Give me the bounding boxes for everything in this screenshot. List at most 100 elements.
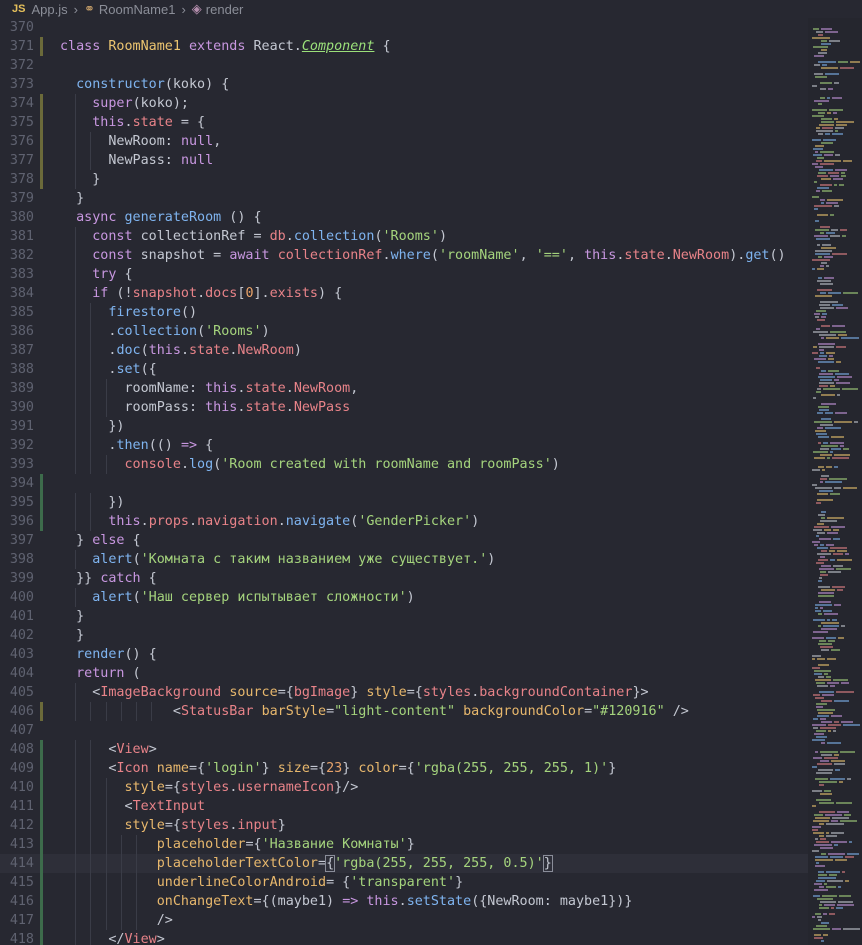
- code-line[interactable]: 387 .doc(this.state.NewRoom): [0, 341, 808, 360]
- git-modified-marker[interactable]: [40, 37, 43, 56]
- code-line[interactable]: 411 <TextInput: [0, 797, 808, 816]
- code-line[interactable]: 380 async generateRoom () {: [0, 208, 808, 227]
- minimap-line: [821, 589, 835, 591]
- minimap-line: [826, 835, 837, 837]
- code-line[interactable]: 407: [0, 721, 808, 740]
- code-line[interactable]: 371 class RoomName1 extends React.Compone…: [0, 37, 808, 56]
- code-line[interactable]: 390 roomPass: this.state.NewPass: [0, 398, 808, 417]
- code-token: then: [116, 438, 149, 453]
- minimap-line: [815, 913, 821, 915]
- breadcrumb-method[interactable]: ◈ render: [192, 1, 244, 17]
- code-line[interactable]: 399 }} catch {: [0, 569, 808, 588]
- code-token: where: [390, 248, 431, 263]
- code-line[interactable]: 400 alert('Наш сервер испытывает сложнос…: [0, 588, 808, 607]
- git-added-marker[interactable]: [40, 892, 43, 911]
- git-added-marker[interactable]: [40, 740, 43, 759]
- minimap-line: [821, 178, 831, 180]
- code-line[interactable]: 394: [0, 474, 808, 493]
- breadcrumb-class[interactable]: ⚭ RoomName1: [84, 1, 176, 17]
- code-line[interactable]: 376 NewRoom: null,: [0, 132, 808, 151]
- minimap-line: [816, 127, 820, 129]
- git-modified-marker[interactable]: [40, 151, 43, 170]
- code-line[interactable]: 383 try {: [0, 265, 808, 284]
- git-added-marker[interactable]: [40, 797, 43, 816]
- code-line[interactable]: 374 super(koko);: [0, 94, 808, 113]
- code-line[interactable]: 392 .then(() => {: [0, 436, 808, 455]
- code-text: placeholder={'Название Комнаты'}: [60, 835, 415, 854]
- code-line[interactable]: 401 }: [0, 607, 808, 626]
- code-line[interactable]: 372: [0, 56, 808, 75]
- code-text: const snapshot = await collectionRef.whe…: [60, 246, 785, 265]
- code-line[interactable]: 377 NewPass: null: [0, 151, 808, 170]
- code-line[interactable]: 417 />: [0, 911, 808, 930]
- code-token: const: [92, 248, 141, 263]
- breadcrumb-file[interactable]: JS App.js: [0, 2, 68, 17]
- code-line[interactable]: 386 .collection('Rooms'): [0, 322, 808, 341]
- git-added-marker[interactable]: [40, 816, 43, 835]
- git-added-marker[interactable]: [40, 835, 43, 854]
- minimap-line: [842, 388, 858, 390]
- git-added-marker[interactable]: [40, 911, 43, 930]
- git-modified-marker[interactable]: [40, 113, 43, 132]
- code-line[interactable]: 414 placeholderTextColor={'rgba(255, 255…: [0, 854, 808, 873]
- code-line[interactable]: 370: [0, 18, 808, 37]
- git-added-marker[interactable]: [40, 854, 43, 873]
- code-line[interactable]: 388 .set({: [0, 360, 808, 379]
- code-line[interactable]: 378 }: [0, 170, 808, 189]
- code-line[interactable]: 384 if (!snapshot.docs[0].exists) {: [0, 284, 808, 303]
- code-token: this: [205, 381, 238, 396]
- git-added-marker[interactable]: [40, 493, 43, 512]
- minimap-line: [830, 778, 845, 780]
- git-added-marker[interactable]: [40, 930, 43, 945]
- code-line[interactable]: 375 this.state = {: [0, 113, 808, 132]
- code-line[interactable]: 382 const snapshot = await collectionRef…: [0, 246, 808, 265]
- git-modified-marker[interactable]: [40, 94, 43, 113]
- code-line[interactable]: 410 style={styles.usernameIcon}/>: [0, 778, 808, 797]
- code-line[interactable]: 415 underlineColorAndroid= {'transparent…: [0, 873, 808, 892]
- git-added-marker[interactable]: [40, 778, 43, 797]
- minimap[interactable]: [808, 18, 862, 945]
- git-added-marker[interactable]: [40, 512, 43, 531]
- minimap-line: [816, 706, 823, 708]
- code-line[interactable]: 373 constructor(koko) {: [0, 75, 808, 94]
- code-line[interactable]: 391 }): [0, 417, 808, 436]
- minimap-line: [819, 538, 831, 540]
- code-line[interactable]: 397 } else {: [0, 531, 808, 550]
- code-token: ={: [277, 685, 294, 700]
- code-line[interactable]: 389 roomName: this.state.NewRoom,: [0, 379, 808, 398]
- code-line[interactable]: 408 <View>: [0, 740, 808, 759]
- code-line[interactable]: 412 style={styles.input}: [0, 816, 808, 835]
- git-modified-marker[interactable]: [40, 702, 43, 721]
- git-modified-marker[interactable]: [40, 132, 43, 151]
- code-line[interactable]: 404 return (: [0, 664, 808, 683]
- minimap-line: [826, 637, 836, 639]
- git-added-marker[interactable]: [40, 474, 43, 493]
- minimap-line: [831, 907, 834, 909]
- minimap-line: [818, 592, 834, 594]
- code-line[interactable]: 405 <ImageBackground source={bgImage} st…: [0, 683, 808, 702]
- code-token: 0: [245, 286, 254, 301]
- minimap-line: [812, 805, 816, 807]
- minimap-line: [831, 820, 838, 822]
- code-line[interactable]: 396 this.props.navigation.navigate('Gend…: [0, 512, 808, 531]
- code-line[interactable]: 402 }: [0, 626, 808, 645]
- code-line[interactable]: 413 placeholder={'Название Комнаты'}: [0, 835, 808, 854]
- code-line[interactable]: 403 render() {: [0, 645, 808, 664]
- code-line[interactable]: 379 }: [0, 189, 808, 208]
- minimap-line: [825, 814, 842, 816]
- code-line[interactable]: 418 </View>: [0, 930, 808, 945]
- git-added-marker[interactable]: [40, 759, 43, 778]
- git-modified-marker[interactable]: [40, 170, 43, 189]
- code-line[interactable]: 385 firestore(): [0, 303, 808, 322]
- code-line[interactable]: 406 <StatusBar barStyle="light-content" …: [0, 702, 808, 721]
- code-line[interactable]: 393 console.log('Room created with roomN…: [0, 455, 808, 474]
- code-line[interactable]: 381 const collectionRef = db.collection(…: [0, 227, 808, 246]
- code-line[interactable]: 409 <Icon name={'login'} size={23} color…: [0, 759, 808, 778]
- git-added-marker[interactable]: [40, 873, 43, 892]
- code-line[interactable]: 416 onChangeText={(maybe1) => this.setSt…: [0, 892, 808, 911]
- code-editor[interactable]: 370 371 class RoomName1 extends React.Comp…: [0, 18, 808, 945]
- code-line[interactable]: 398 alert('Комната с таким названием уже…: [0, 550, 808, 569]
- code-line[interactable]: 395 }): [0, 493, 808, 512]
- minimap-line: [814, 100, 829, 102]
